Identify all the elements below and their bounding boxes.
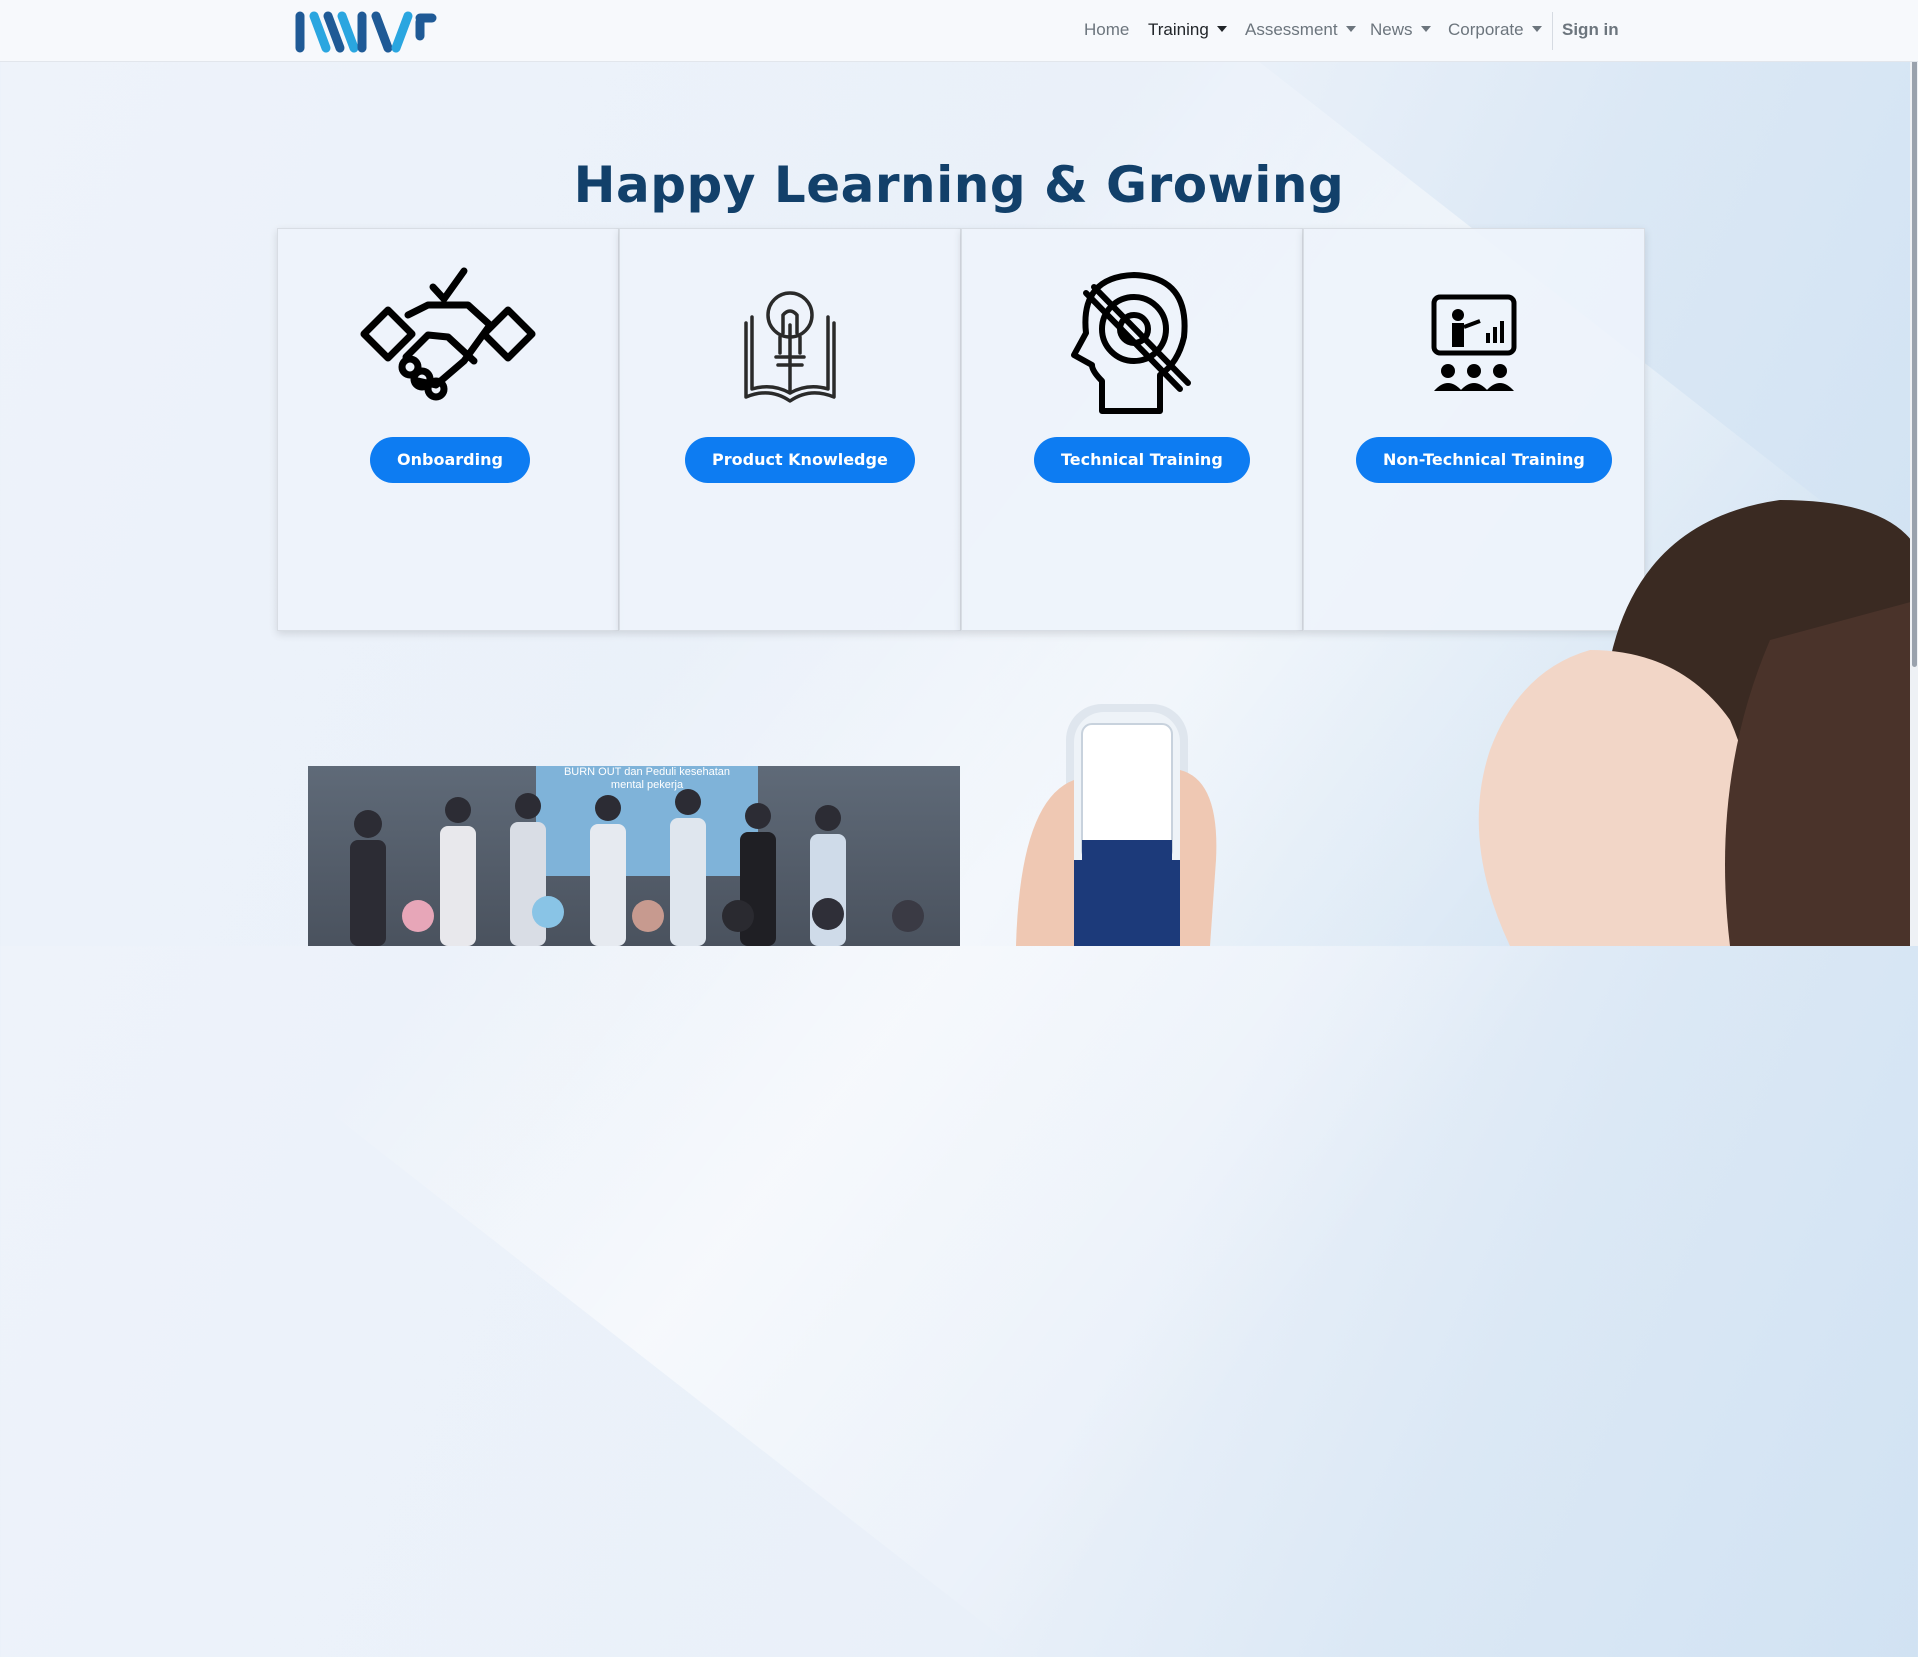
technical-training-button[interactable]: Technical Training <box>1034 437 1250 483</box>
sign-in-link[interactable]: Sign in <box>1562 20 1619 40</box>
product-knowledge-button[interactable]: Product Knowledge <box>685 437 915 483</box>
card-product-knowledge: Product Knowledge <box>619 228 961 631</box>
onboarding-button[interactable]: Onboarding <box>370 437 530 483</box>
card-onboarding: Onboarding <box>277 228 619 631</box>
handshake-icon <box>360 267 536 401</box>
top-navbar: Home Training Assessment News Corporate … <box>0 0 1918 62</box>
nav-assessment[interactable]: Assessment <box>1245 20 1356 40</box>
nav-divider <box>1552 12 1553 50</box>
company-logo[interactable] <box>292 8 438 54</box>
caret-down-icon <box>1345 26 1356 32</box>
nav-corporate-label: Corporate <box>1448 20 1524 39</box>
nav-training-label: Training <box>1148 20 1209 39</box>
caret-down-icon <box>1531 26 1542 32</box>
scrollbar-thumb[interactable] <box>1912 3 1917 667</box>
nav-news-label: News <box>1370 20 1413 39</box>
hero-illustration <box>1016 500 1918 946</box>
nav-home[interactable]: Home <box>1084 20 1129 40</box>
team-photo: BURN OUT dan Peduli kesehatan mental pek… <box>308 766 960 946</box>
nav-training[interactable]: Training <box>1148 20 1227 40</box>
caret-down-icon <box>1216 26 1227 32</box>
non-technical-training-button[interactable]: Non-Technical Training <box>1356 437 1612 483</box>
nav-news[interactable]: News <box>1370 20 1431 40</box>
team-people <box>350 789 924 946</box>
lightbulb-book-icon <box>744 291 836 403</box>
caret-down-icon <box>1420 26 1431 32</box>
nav-corporate[interactable]: Corporate <box>1448 20 1542 40</box>
nav-assessment-label: Assessment <box>1245 20 1338 39</box>
page-title: Happy Learning & Growing <box>573 155 1345 214</box>
head-gear-icon <box>1071 272 1191 414</box>
presentation-icon <box>1431 294 1517 391</box>
